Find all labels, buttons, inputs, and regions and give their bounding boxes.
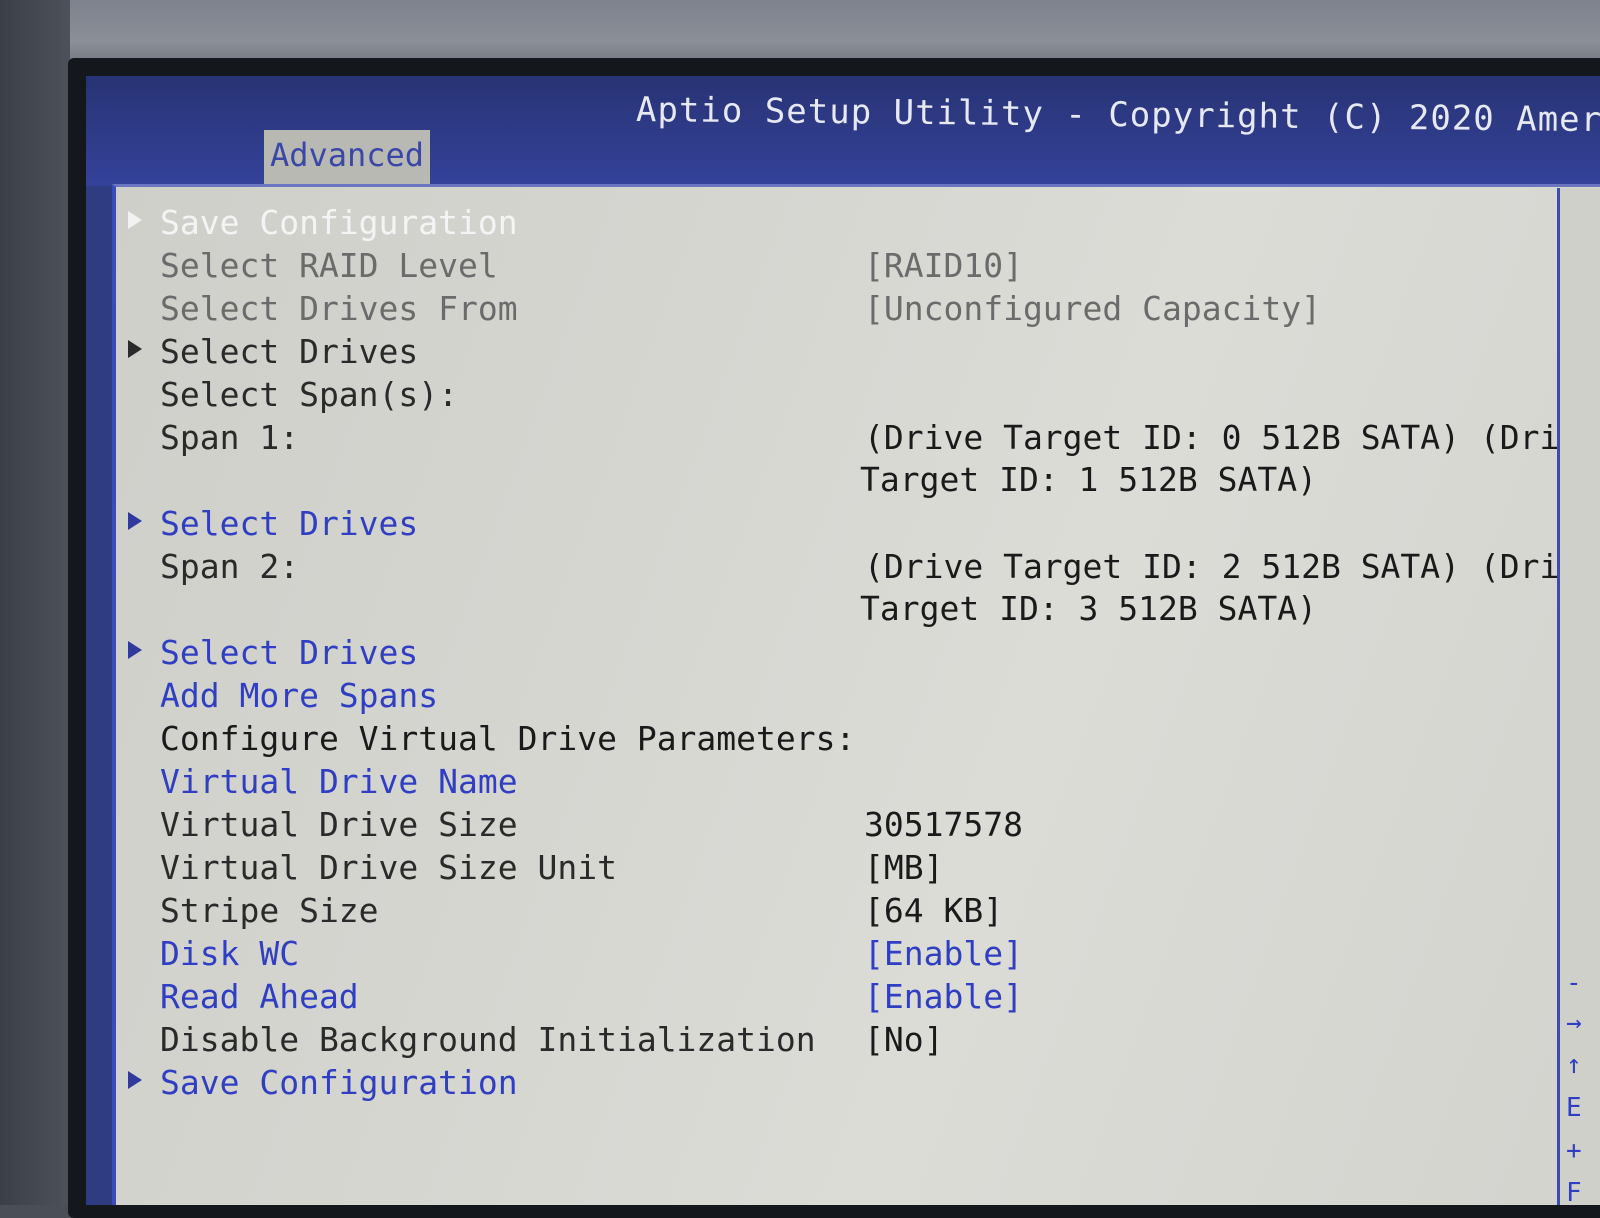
menu-item-value: 30517578 xyxy=(864,805,1023,844)
menu-item-select-raid-level[interactable]: Select RAID Level [RAID10] xyxy=(116,244,1596,287)
help-hint-glyph: E xyxy=(1566,1093,1582,1123)
tab-advanced[interactable]: Advanced xyxy=(264,130,430,186)
menu-item-select-span-s: Select Span(s): xyxy=(116,373,1596,416)
menu-item-stripe-size[interactable]: Stripe Size [64 KB] xyxy=(116,889,1596,932)
menu-item-span-2: Span 2: (Drive Target ID: 2 512B SATA) (D… xyxy=(116,545,1600,628)
help-panel-edge: - → ↑ E + F xyxy=(1557,188,1600,1205)
help-hint-glyph: F xyxy=(1566,1178,1582,1205)
monitor-bezel-left xyxy=(0,0,70,1205)
menu-item-label: Select Drives xyxy=(160,504,419,543)
menu-item-value: [MB] xyxy=(864,848,944,887)
menu-item-select-drives[interactable]: Select Drives xyxy=(116,631,1596,674)
menu-item-label: Save Configuration xyxy=(160,1063,518,1102)
menu-item-value-continued: Target ID: 1 512B SATA) xyxy=(860,460,1317,499)
menu-item-value: [No] xyxy=(864,1020,944,1059)
menu-item-value: (Drive Target ID: 0 512B SATA) (Drive xyxy=(864,418,1600,457)
help-hint-glyph: + xyxy=(1566,1136,1582,1166)
menu-item-add-more-spans[interactable]: Add More Spans xyxy=(116,674,1596,717)
menu-item-disk-wc[interactable]: Disk WC [Enable] xyxy=(116,932,1596,975)
menu-item-label: Disable Background Initialization xyxy=(160,1020,816,1059)
submenu-arrow-icon xyxy=(128,340,142,358)
menu-item-label: Select Drives xyxy=(160,633,419,672)
menu-item-value: [Enable] xyxy=(864,977,1023,1016)
menu-item-label: Select Span(s): xyxy=(160,375,459,414)
menu-item-label: Disk WC xyxy=(160,934,300,973)
menu-item-label: Virtual Drive Name xyxy=(160,762,518,801)
menu-item-label: Virtual Drive Size xyxy=(160,805,518,844)
menu-item-select-drives[interactable]: Select Drives xyxy=(116,330,1596,373)
submenu-arrow-icon xyxy=(128,641,142,659)
help-hint-glyph: → xyxy=(1566,1008,1582,1038)
menu-item-select-drives[interactable]: Select Drives xyxy=(116,502,1596,545)
menu-item-value: [Unconfigured Capacity] xyxy=(864,289,1321,328)
help-hint-glyph: - xyxy=(1566,968,1582,998)
help-hint-glyph: ↑ xyxy=(1566,1050,1582,1080)
menu-item-read-ahead[interactable]: Read Ahead [Enable] xyxy=(116,975,1596,1018)
menu-item-label: Stripe Size xyxy=(160,891,379,930)
menu-item-label: Read Ahead xyxy=(160,977,359,1016)
menu-item-value: [64 KB] xyxy=(864,891,1004,930)
menu-item-configure-virtual-drive-parameters: Configure Virtual Drive Parameters: xyxy=(116,717,1596,760)
menu-item-value: [Enable] xyxy=(864,934,1023,973)
menu-item-label: Select Drives xyxy=(160,332,419,371)
menu-item-label: Save Configuration xyxy=(160,203,518,242)
submenu-arrow-icon xyxy=(128,211,142,229)
menu-item-value-continued: Target ID: 3 512B SATA) xyxy=(860,589,1317,628)
bios-title: Aptio Setup Utility - Copyright (C) 2020… xyxy=(635,90,1600,142)
menu-item-label: Virtual Drive Size Unit xyxy=(160,848,617,887)
menu-item-save-configuration[interactable]: Save Configuration xyxy=(116,1061,1596,1104)
menu-item-virtual-drive-size-unit[interactable]: Virtual Drive Size Unit [MB] xyxy=(116,846,1596,889)
menu-item-virtual-drive-name[interactable]: Virtual Drive Name xyxy=(116,760,1596,803)
menu-item-span-1: Span 1: (Drive Target ID: 0 512B SATA) (D… xyxy=(116,416,1600,499)
menu-item-select-drives-from[interactable]: Select Drives From [Unconfigured Capacity… xyxy=(116,287,1596,330)
menu-item-value: (Drive Target ID: 2 512B SATA) (Drive xyxy=(864,547,1600,586)
settings-panel: Save Configuration Select RAID Level [RAID… xyxy=(112,184,1600,1205)
menu-item-label: Add More Spans xyxy=(160,676,439,715)
bios-header: Aptio Setup Utility - Copyright (C) 2020… xyxy=(86,76,1600,186)
bios-screen: Aptio Setup Utility - Copyright (C) 2020… xyxy=(86,76,1600,1205)
submenu-arrow-icon xyxy=(128,512,142,530)
submenu-arrow-icon xyxy=(128,1071,142,1089)
menu-item-label: Select Drives From xyxy=(160,289,518,328)
menu-item-save-configuration[interactable]: Save Configuration xyxy=(116,201,1596,244)
menu-item-label: Span 2: xyxy=(160,547,300,586)
menu-item-label: Select RAID Level xyxy=(160,246,498,285)
menu-item-label: Span 1: xyxy=(160,418,300,457)
menu-item-virtual-drive-size[interactable]: Virtual Drive Size 30517578 xyxy=(116,803,1596,846)
menu-item-label: Configure Virtual Drive Parameters: xyxy=(160,719,856,758)
menu-item-value: [RAID10] xyxy=(864,246,1023,285)
menu-item-disable-background-initialization[interactable]: Disable Background Initialization [No] xyxy=(116,1018,1596,1061)
